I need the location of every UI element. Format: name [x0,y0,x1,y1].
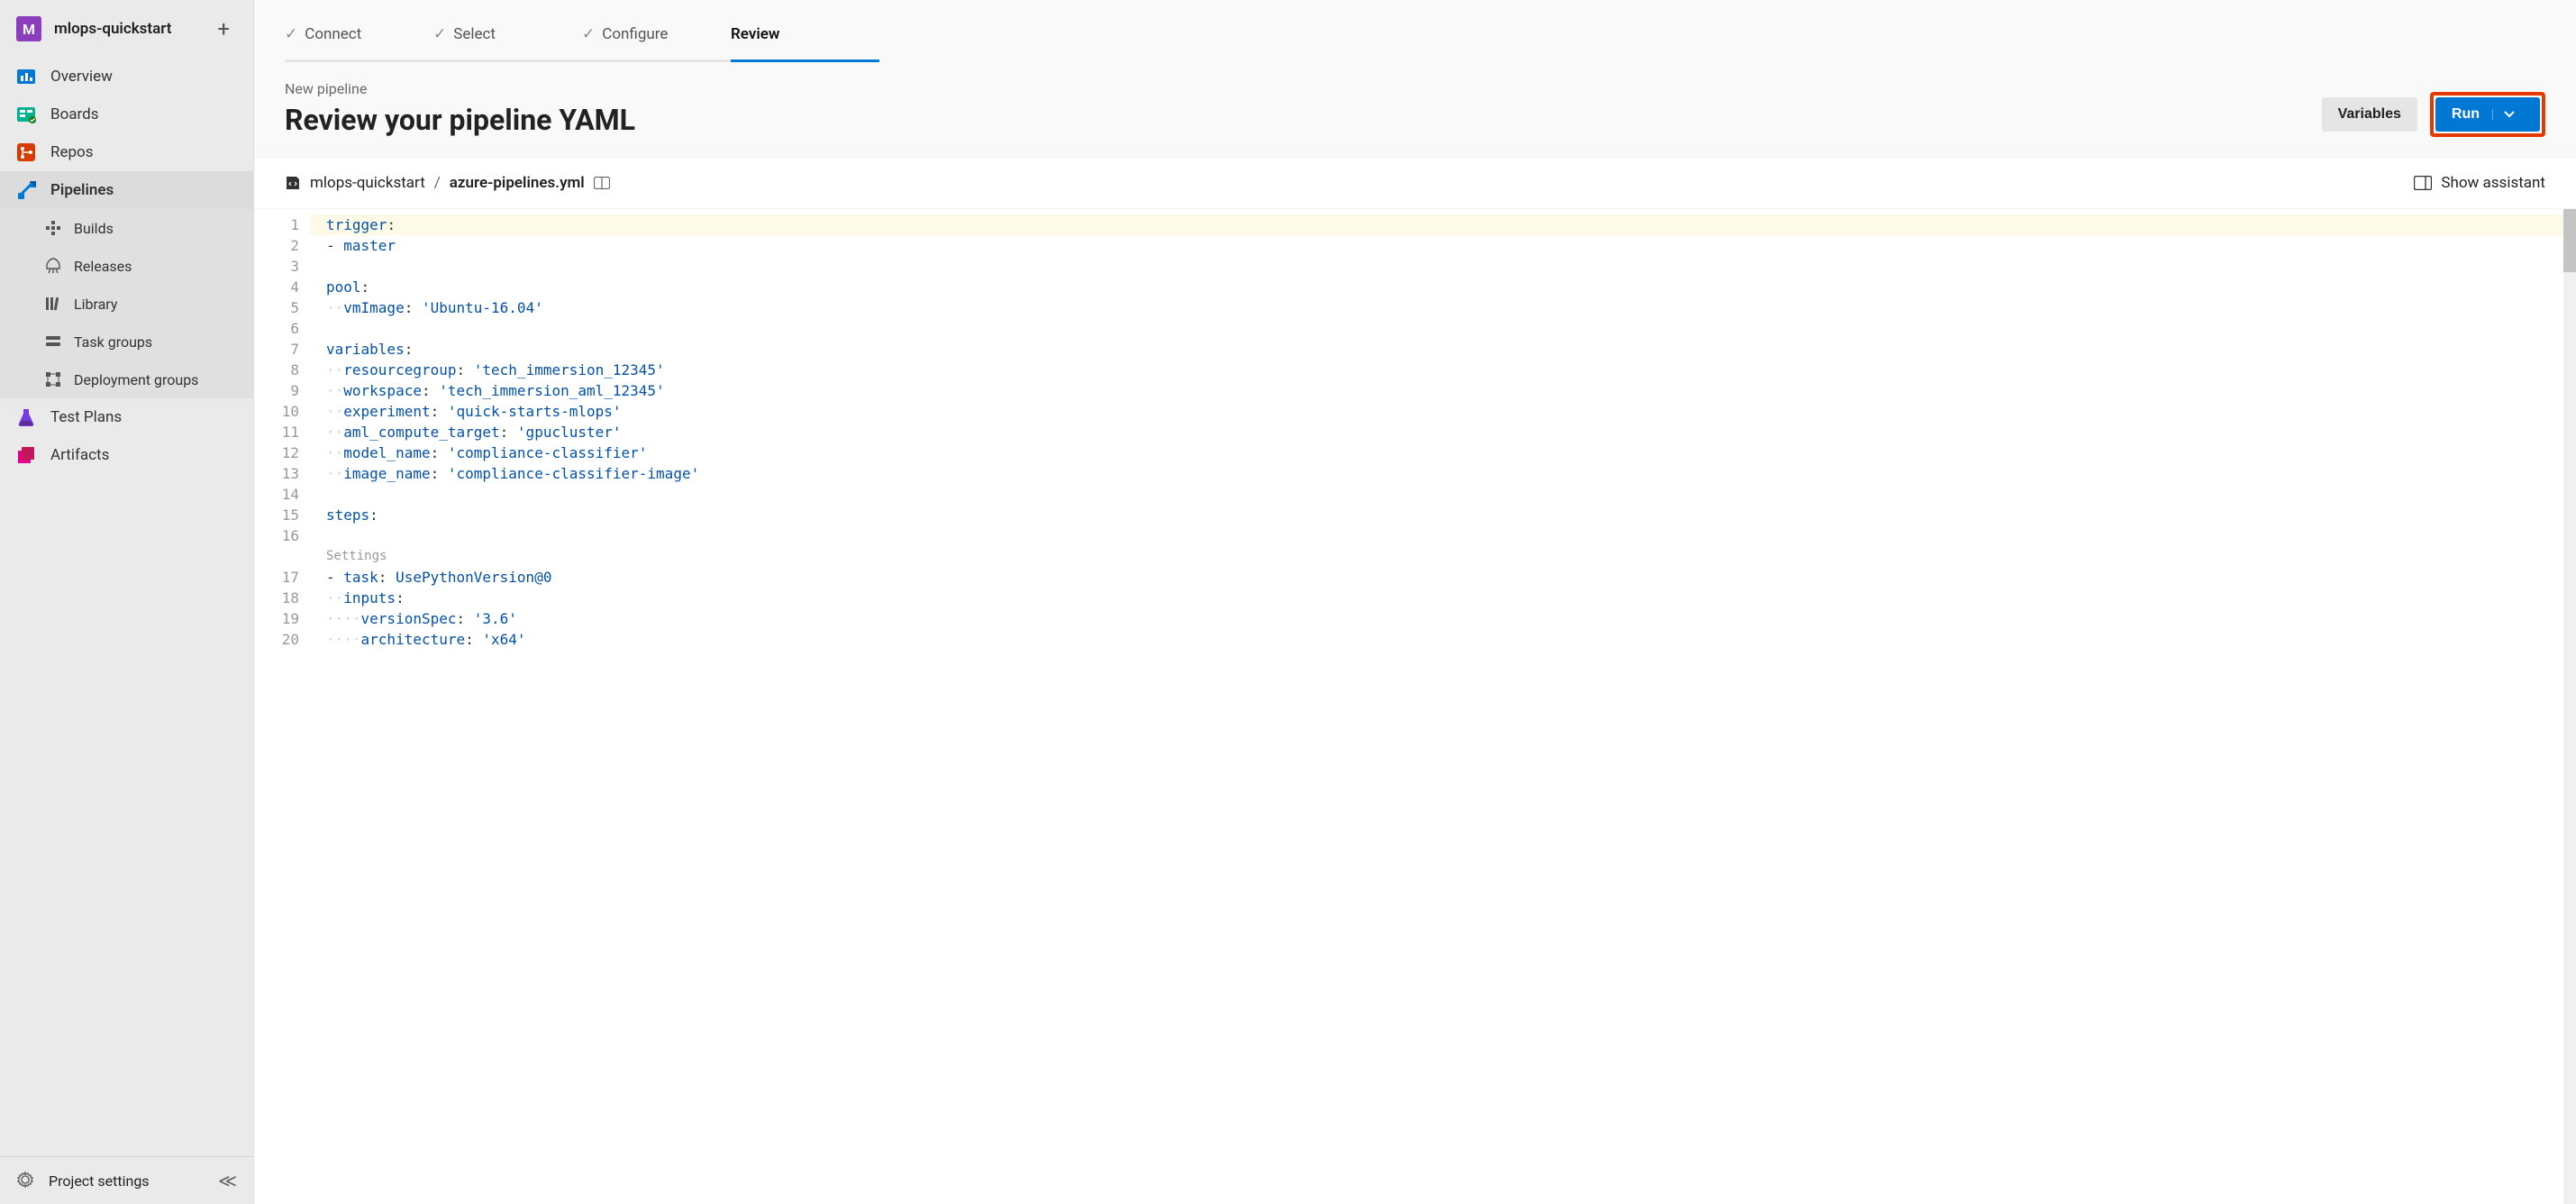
nav-label: Deployment groups [74,371,198,388]
wizard-tab-label: Select [453,25,496,43]
chevron-down-icon [2504,109,2515,120]
repo-icon [285,175,301,191]
wizard-tab-label: Connect [305,25,361,43]
run-button-caret[interactable] [2492,109,2524,120]
wizard-tab-connect[interactable]: ✓ Connect [285,16,433,62]
path-separator: / [434,174,441,192]
nav-label: Releases [74,258,132,275]
nav-label: Task groups [74,333,152,351]
sidebar-header: M mlops-quickstart + [0,0,253,58]
file-name[interactable]: azure-pipelines.yml [450,174,585,192]
project-badge: M [16,16,41,41]
nav-releases[interactable]: Releases [0,247,253,285]
page-header: New pipeline Review your pipeline YAML V… [254,62,2576,157]
nav-artifacts[interactable]: Artifacts [0,436,253,474]
codelens-settings[interactable]: Settings [310,546,2576,567]
breadcrumb: New pipeline [285,80,2322,97]
nav-overview[interactable]: Overview [0,58,253,96]
deployment-icon [43,369,63,389]
nav-label: Boards [50,105,99,123]
project-name[interactable]: mlops-quickstart [54,20,210,38]
project-settings-label: Project settings [49,1172,150,1190]
run-button[interactable]: Run [2435,97,2540,132]
wizard-tab-select[interactable]: ✓ Select [433,16,582,62]
releases-icon [43,256,63,276]
nav-label: Repos [50,143,94,161]
nav-builds[interactable]: Builds [0,209,253,247]
run-button-highlight: Run [2430,92,2545,137]
sidebar-footer[interactable]: Project settings ≪ [0,1156,253,1204]
scrollbar-vertical[interactable] [2563,209,2576,1204]
nav-label: Pipelines [50,181,114,199]
library-icon [43,294,63,314]
show-assistant-label: Show assistant [2441,174,2545,192]
scrollbar-thumb[interactable] [2563,209,2576,272]
sidebar: M mlops-quickstart + Overview Boards Rep… [0,0,254,1204]
wizard-tab-label: Review [731,25,779,43]
nav-testplans[interactable]: Test Plans [0,398,253,436]
pipelines-icon [16,180,36,200]
code-area[interactable]: trigger:- master pool:··vmImage: 'Ubuntu… [310,209,2576,1204]
taskgroups-icon [43,332,63,351]
nav-repos[interactable]: Repos [0,133,253,171]
run-button-label: Run [2452,106,2480,123]
show-assistant-button[interactable]: Show assistant [2414,174,2545,192]
nav-label: Artifacts [50,446,109,464]
boards-icon [16,105,36,124]
nav-boards[interactable]: Boards [0,96,253,133]
check-icon: ✓ [285,25,297,43]
main: ✓ Connect ✓ Select ✓ Configure Review Ne… [254,0,2576,1204]
check-icon: ✓ [582,25,595,43]
nav-taskgroups[interactable]: Task groups [0,323,253,360]
nav-library[interactable]: Library [0,285,253,323]
content: mlops-quickstart / azure-pipelines.yml S… [254,157,2576,1204]
nav-pipelines[interactable]: Pipelines [0,171,253,209]
panel-icon [2414,176,2432,190]
nav-label: Test Plans [50,408,122,426]
repo-name[interactable]: mlops-quickstart [310,174,425,192]
nav-list: Overview Boards Repos Pipelines Builds [0,58,253,1156]
nav-label: Library [74,296,117,313]
overview-icon [16,67,36,87]
wizard-tab-review[interactable]: Review [731,16,879,62]
repos-icon [16,142,36,162]
file-bar: mlops-quickstart / azure-pipelines.yml S… [254,158,2576,208]
line-gutter: 1234567891011121314151617181920 [254,209,310,1204]
rename-icon[interactable] [594,177,610,189]
nav-label: Builds [74,220,114,237]
testplans-icon [16,407,36,427]
variables-button[interactable]: Variables [2322,97,2417,132]
gear-icon [16,1171,36,1190]
add-button[interactable]: + [210,13,237,45]
editor[interactable]: 1234567891011121314151617181920 trigger:… [254,208,2576,1204]
wizard-tabs: ✓ Connect ✓ Select ✓ Configure Review [254,0,2576,62]
header-actions: Variables Run [2322,92,2545,137]
check-icon: ✓ [433,25,446,43]
nav-deploymentgroups[interactable]: Deployment groups [0,360,253,398]
page-title: Review your pipeline YAML [285,103,2322,137]
wizard-tab-label: Configure [602,25,668,43]
artifacts-icon [16,445,36,465]
collapse-icon[interactable]: ≪ [218,1170,237,1191]
wizard-tab-configure[interactable]: ✓ Configure [582,16,731,62]
builds-icon [43,218,63,238]
nav-label: Overview [50,68,113,86]
